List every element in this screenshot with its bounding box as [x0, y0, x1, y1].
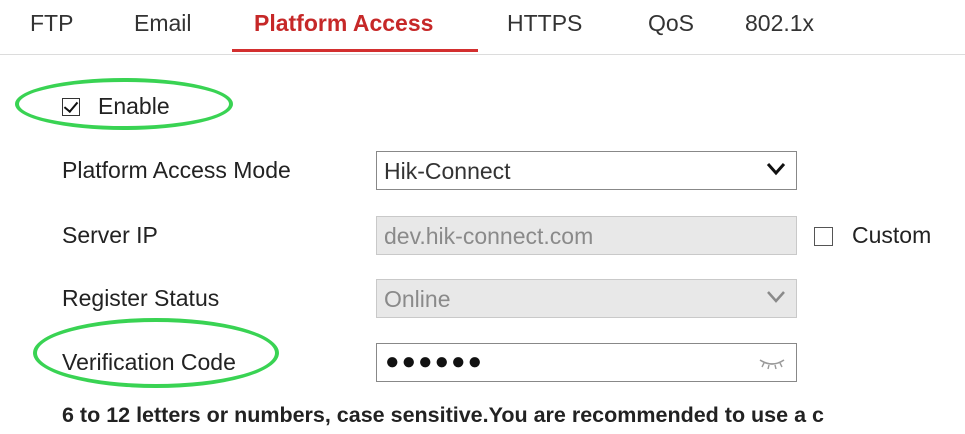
server-ip-value: dev.hik-connect.com — [384, 223, 594, 249]
tab-bar: FTP Email Platform Access HTTPS QoS 802.… — [0, 0, 965, 55]
custom-checkbox[interactable] — [814, 227, 833, 246]
eye-icon[interactable] — [758, 356, 786, 370]
active-tab-indicator — [232, 49, 478, 52]
platform-access-mode-select[interactable]: Hik-Connect — [376, 151, 797, 190]
register-status-row: Register Status Online — [62, 279, 962, 319]
tab-qos[interactable]: QoS — [648, 10, 694, 37]
enable-label: Enable — [98, 93, 170, 119]
register-status-value: Online — [384, 286, 451, 312]
server-ip-row: Server IP dev.hik-connect.com Custom — [62, 216, 962, 256]
verification-code-hint: 6 to 12 letters or numbers, case sensiti… — [62, 403, 824, 427]
platform-access-mode-row: Platform Access Mode Hik-Connect — [62, 151, 962, 191]
verification-code-label: Verification Code — [62, 349, 236, 375]
register-status-label: Register Status — [62, 285, 220, 311]
verification-code-row: Verification Code ●●●●●● — [62, 343, 962, 383]
verification-code-value: ●●●●●● — [385, 348, 484, 375]
chevron-down-icon — [767, 291, 785, 303]
verification-code-input[interactable]: ●●●●●● — [376, 343, 797, 382]
chevron-down-icon — [766, 163, 786, 176]
tab-https[interactable]: HTTPS — [507, 10, 582, 37]
platform-access-mode-label: Platform Access Mode — [62, 157, 291, 183]
tab-email[interactable]: Email — [134, 10, 192, 37]
enable-checkbox[interactable] — [62, 98, 80, 116]
register-status-select[interactable]: Online — [376, 279, 797, 318]
custom-label: Custom — [852, 222, 932, 248]
tab-802-1x[interactable]: 802.1x — [745, 10, 814, 37]
server-ip-input[interactable]: dev.hik-connect.com — [376, 216, 797, 255]
tab-platform-access[interactable]: Platform Access — [254, 10, 433, 37]
platform-access-mode-value: Hik-Connect — [384, 158, 511, 184]
server-ip-label: Server IP — [62, 222, 158, 248]
tab-ftp[interactable]: FTP — [30, 10, 73, 37]
